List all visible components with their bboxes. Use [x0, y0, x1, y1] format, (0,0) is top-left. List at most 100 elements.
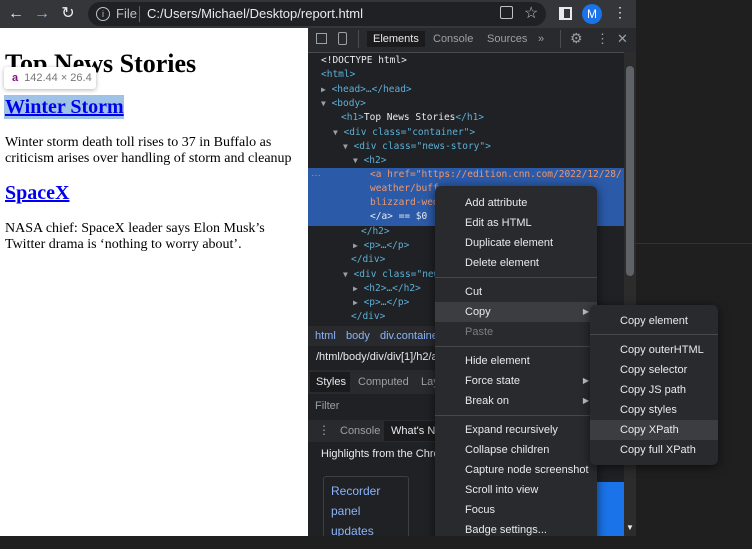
submenu-arrow-icon: ▶: [582, 376, 589, 385]
collapse-triangle-icon[interactable]: ▼: [343, 270, 348, 279]
info-icon[interactable]: i: [96, 7, 110, 21]
ellipsis-icon[interactable]: …: [311, 168, 321, 179]
settings-gear-icon[interactable]: ⚙: [570, 30, 583, 47]
tooltip-size: 142.44 × 26.4: [24, 72, 92, 84]
dom-line[interactable]: ▶ <p>…</p>: [353, 239, 409, 254]
bookmark-star-icon[interactable]: ☆: [524, 3, 538, 23]
menu-item-cut[interactable]: Cut: [435, 282, 597, 302]
menu-item-break-on[interactable]: Break on ▶: [435, 391, 597, 411]
dom-line[interactable]: </a> == $0: [370, 210, 427, 225]
menu-item-copy-xpath[interactable]: Copy XPath: [590, 420, 718, 440]
menu-item-copy-styles[interactable]: Copy styles: [590, 400, 718, 420]
avatar[interactable]: M: [582, 4, 602, 24]
forward-arrow-icon[interactable]: →: [32, 4, 52, 24]
menu-item-copy-selector[interactable]: Copy selector: [590, 360, 718, 380]
tab-computed[interactable]: Computed: [358, 376, 409, 388]
expand-triangle-icon[interactable]: ▶: [353, 241, 358, 250]
tab-whats-new[interactable]: What's Ne: [391, 425, 441, 437]
menu-item-copy-label: Copy: [465, 306, 491, 318]
dom-line[interactable]: ▼ <div class="news-story">: [343, 140, 491, 155]
menu-item-copy-outerhtml[interactable]: Copy outerHTML: [590, 340, 718, 360]
dom-line[interactable]: <html>: [321, 68, 355, 83]
back-arrow-icon[interactable]: ←: [6, 4, 26, 24]
menu-item-copy-element[interactable]: Copy element: [590, 311, 718, 331]
menu-item-copy[interactable]: Copy ▶: [435, 302, 597, 322]
dom-line[interactable]: ▼ <div class="container">: [333, 126, 475, 141]
menu-item-screenshot[interactable]: Capture node screenshot: [435, 460, 597, 480]
menu-item-copy-js-path[interactable]: Copy JS path: [590, 380, 718, 400]
drawer-menu-icon[interactable]: ⋮: [318, 423, 330, 437]
menu-item-scroll-into-view[interactable]: Scroll into view: [435, 480, 597, 500]
dom-line[interactable]: ▶ <h2>…</h2>: [353, 282, 421, 297]
dom-p: <p>…</p>: [363, 297, 410, 308]
scroll-down-arrow-icon[interactable]: ▼: [626, 523, 634, 532]
device-toolbar-icon[interactable]: [338, 32, 347, 45]
devtools-menu-icon[interactable]: ⋮: [596, 31, 609, 47]
dom-line[interactable]: blizzard-wed: [370, 196, 439, 211]
menu-item-force-state[interactable]: Force state ▶: [435, 371, 597, 391]
dom-a-text: weather/buff: [370, 183, 439, 194]
dom-line[interactable]: </div>: [351, 253, 385, 268]
breadcrumb-item[interactable]: div.container: [380, 330, 442, 342]
dom-line[interactable]: ▶ <head>…</head>: [321, 83, 412, 98]
tab-elements[interactable]: Elements: [367, 31, 425, 47]
dom-a-text: blizzard-wed: [370, 197, 439, 208]
collapse-triangle-icon[interactable]: ▼: [321, 99, 326, 108]
scrollbar-thumb[interactable]: [626, 66, 634, 276]
story-heading-link[interactable]: SpaceX: [5, 182, 69, 205]
close-icon[interactable]: ✕: [617, 31, 628, 47]
dom-line[interactable]: </h2>: [361, 225, 390, 240]
dom-line[interactable]: <a href="https://edition.cnn.com/2022/12…: [370, 168, 622, 183]
menu-item-duplicate[interactable]: Duplicate element: [435, 233, 597, 253]
menu-separator: [435, 415, 597, 416]
tab-drawer-console[interactable]: Console: [340, 425, 380, 437]
inspect-element-icon[interactable]: [316, 33, 327, 44]
dom-div-news: <div class="news: [353, 269, 446, 280]
menu-item-edit-html[interactable]: Edit as HTML: [435, 213, 597, 233]
menu-item-collapse[interactable]: Collapse children: [435, 440, 597, 460]
breadcrumb-item[interactable]: html: [315, 330, 336, 342]
dom-h2: <h2>: [363, 155, 387, 166]
url-text[interactable]: C:/Users/Michael/Desktop/report.html: [147, 6, 363, 21]
more-tabs-icon[interactable]: »: [538, 33, 544, 45]
reload-icon[interactable]: ↻: [58, 4, 78, 24]
dom-line[interactable]: ▼ <body>: [321, 97, 366, 112]
recorder-link[interactable]: Recorder panel updates: [331, 481, 380, 541]
filter-input[interactable]: Filter: [315, 400, 339, 412]
dom-line[interactable]: <h1>Top News Stories</h1>: [341, 111, 484, 126]
context-menu: Add attribute Edit as HTML Duplicate ele…: [435, 186, 597, 549]
collapse-triangle-icon[interactable]: ▼: [343, 142, 348, 151]
menu-item-delete[interactable]: Delete element: [435, 253, 597, 273]
dom-a-close: </a> == $0: [370, 211, 428, 222]
expand-triangle-icon[interactable]: ▶: [321, 85, 326, 94]
dom-h1-text: Top News Stories: [363, 112, 456, 123]
desktop-background: [636, 0, 752, 549]
more-menu-icon[interactable]: ⋮: [613, 4, 627, 21]
menu-item-expand[interactable]: Expand recursively: [435, 420, 597, 440]
dom-div-close: </div>: [351, 254, 386, 265]
menu-separator: [435, 277, 597, 278]
menu-item-copy-full-xpath[interactable]: Copy full XPath: [590, 440, 718, 460]
dom-line[interactable]: </div>: [351, 310, 385, 325]
collapse-triangle-icon[interactable]: ▼: [353, 156, 358, 165]
menu-item-hide[interactable]: Hide element: [435, 351, 597, 371]
dom-line[interactable]: weather/buff: [370, 182, 439, 197]
expand-triangle-icon[interactable]: ▶: [353, 298, 358, 307]
dom-line[interactable]: ▼ <div class="news: [343, 268, 445, 283]
share-icon[interactable]: [500, 6, 513, 19]
collapse-triangle-icon[interactable]: ▼: [333, 128, 338, 137]
xpath-query[interactable]: /html/body/div/div[1]/h2/a: [316, 351, 438, 363]
dom-line[interactable]: ▶ <p>…</p>: [353, 296, 409, 311]
dom-div-close: </div>: [351, 311, 386, 322]
expand-triangle-icon[interactable]: ▶: [353, 284, 358, 293]
dom-line[interactable]: ▼ <h2>: [353, 154, 386, 169]
menu-item-add-attribute[interactable]: Add attribute: [435, 193, 597, 213]
menu-item-focus[interactable]: Focus: [435, 500, 597, 520]
dom-line[interactable]: <!DOCTYPE html>: [321, 54, 407, 69]
tab-sources[interactable]: Sources: [487, 33, 527, 45]
breadcrumb-item[interactable]: body: [346, 330, 370, 342]
tab-styles[interactable]: Styles: [316, 376, 346, 388]
story-heading-link[interactable]: Winter Storm: [5, 96, 124, 119]
side-panel-icon[interactable]: [559, 7, 572, 20]
tab-console[interactable]: Console: [433, 33, 473, 45]
